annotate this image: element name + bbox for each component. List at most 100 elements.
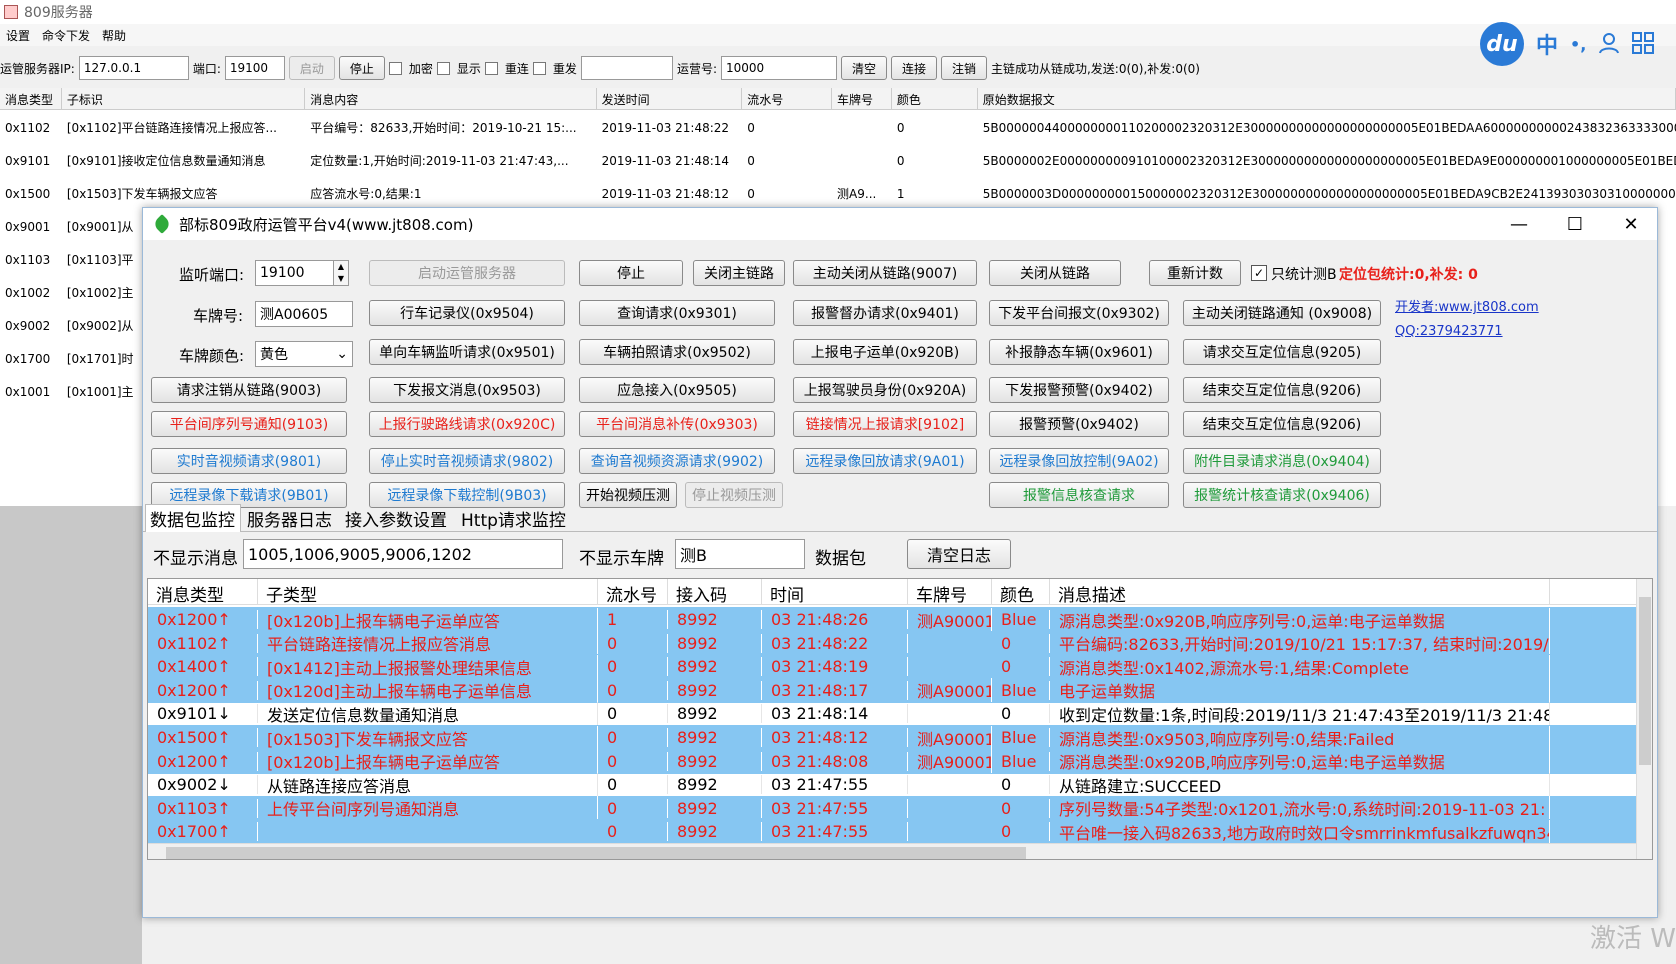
active-close-link-notify-button[interactable]: 主动关闭链路通知 (0x9008) bbox=[1183, 300, 1381, 326]
active-close-sub-link-button[interactable]: 主动关闭从链路(9007) bbox=[793, 260, 977, 286]
vertical-scroll-thumb[interactable] bbox=[1639, 597, 1651, 765]
table-col-header[interactable]: 接入码 bbox=[668, 579, 762, 604]
tab-access-params[interactable]: 接入参数设置 bbox=[341, 504, 455, 532]
single-listen-button[interactable]: 单向车辆监听请求(0x9501) bbox=[369, 339, 565, 365]
port-spinner[interactable]: ▲ ▼ bbox=[333, 260, 349, 286]
close-main-link-button[interactable]: 关闭主链路 bbox=[693, 260, 785, 286]
end-interactive-location-button[interactable]: 结束交互定位信息(9206) bbox=[1183, 377, 1381, 403]
author-link[interactable]: 开发者:www.jt808.com bbox=[1395, 296, 1539, 315]
minimize-button[interactable]: — bbox=[1491, 208, 1547, 240]
back-col-header[interactable]: 流水号 bbox=[742, 88, 833, 109]
table-row[interactable]: 0x1200↑ [0x120d]主动上报车辆电子运单信息 0 8992 03 21:48… bbox=[148, 677, 1638, 703]
table-col-header[interactable]: 颜色 bbox=[992, 579, 1050, 604]
hide-plate-input[interactable]: 测B bbox=[675, 539, 805, 569]
table-row[interactable]: 0x1200↑ [0x120b]上报车辆电子运单应答 0 8992 03 21:48:0… bbox=[148, 748, 1638, 774]
logout-sub-link-button[interactable]: 请求注销从链路(9003) bbox=[151, 377, 347, 403]
encrypt-checkbox[interactable] bbox=[388, 61, 402, 75]
table-row[interactable]: 0x1500↑ [0x1503]下发车辆报文应答 0 8992 03 21:48:12 测… bbox=[148, 725, 1638, 750]
attachment-list-request-button[interactable]: 附件目录请求消息(0x9404) bbox=[1183, 448, 1381, 474]
send-text-msg-button[interactable]: 下发报文消息(0x9503) bbox=[369, 377, 565, 403]
back-col-header[interactable]: 发送时间 bbox=[597, 88, 743, 109]
remote-playback-request-button[interactable]: 远程录像回放请求(9A01) bbox=[793, 448, 977, 474]
realtime-av-request-button[interactable]: 实时音视频请求(9801) bbox=[151, 448, 347, 474]
user-icon[interactable] bbox=[1598, 32, 1620, 57]
back-table-row[interactable]: 0x9101 [0x9101]接收定位信息数量通知消息 定位数量:1,开始时间:20… bbox=[0, 143, 1676, 178]
tab-server-log[interactable]: 服务器日志 bbox=[243, 504, 339, 532]
logout-button[interactable]: 注销 bbox=[940, 56, 987, 80]
alarm-supervise-button[interactable]: 报警督办请求(0x9401) bbox=[793, 300, 977, 326]
table-row[interactable]: 0x1200↑ [0x120b]上报车辆电子运单应答 1 8992 03 21:48:2… bbox=[148, 607, 1638, 632]
vehicle-photo-button[interactable]: 车辆拍照请求(0x9502) bbox=[579, 339, 775, 365]
send-alarm-warning-button[interactable]: 下发报警预警(0x9402) bbox=[989, 377, 1169, 403]
table-col-header[interactable]: 消息类型 bbox=[148, 579, 258, 604]
stop-realtime-av-button[interactable]: 停止实时音视频请求(9802) bbox=[369, 448, 565, 474]
request-interactive-location-button[interactable]: 请求交互定位信息(9205) bbox=[1183, 339, 1381, 365]
end-interactive-location-button-2[interactable]: 结束交互定位信息(9206) bbox=[1183, 411, 1381, 437]
recount-button[interactable]: 重新计数 bbox=[1149, 260, 1241, 286]
only-stat-checkbox[interactable]: ✓ bbox=[1251, 265, 1267, 281]
back-col-header[interactable]: 子标识 bbox=[62, 88, 306, 109]
route-request-button[interactable]: 上报行驶路线请求(0x920C) bbox=[369, 411, 565, 437]
close-sub-link-button[interactable]: 关闭从链路 bbox=[989, 260, 1121, 286]
static-vehicle-button[interactable]: 补报静态车辆(0x9601) bbox=[989, 339, 1169, 365]
table-col-header[interactable]: 消息描述 bbox=[1050, 579, 1550, 604]
clear-log-button[interactable]: 清空日志 bbox=[907, 539, 1011, 569]
send-platform-msg-button[interactable]: 下发平台间报文(0x9302) bbox=[989, 300, 1169, 326]
query-av-resource-button[interactable]: 查询音视频资源请求(9902) bbox=[579, 448, 775, 474]
upload-waybill-button[interactable]: 上报电子运单(0x920B) bbox=[793, 339, 977, 365]
back-table-row[interactable]: 0x1102 [0x1102]平台链路连接情况上报应答... 平台编号：82633,… bbox=[0, 110, 1676, 145]
menu-settings[interactable]: 设置 bbox=[0, 27, 36, 44]
plate-input[interactable]: 测A00605 bbox=[255, 301, 353, 327]
plate-color-select[interactable]: 黄色 ⌄ bbox=[255, 341, 353, 367]
vertical-scrollbar[interactable] bbox=[1636, 579, 1652, 859]
table-col-header[interactable]: 车牌号 bbox=[908, 579, 992, 604]
table-row[interactable]: 0x1102↑ 平台链路连接情况上报应答消息 0 8992 03 21:48:22 0 平台… bbox=[148, 630, 1638, 656]
table-row[interactable]: 0x9002↓ 从链路连接应答消息 0 8992 03 21:47:55 0 从链路建立:S… bbox=[148, 772, 1638, 797]
query-request-button[interactable]: 查询请求(0x9301) bbox=[579, 300, 775, 326]
listen-port-input[interactable]: 19100 bbox=[255, 260, 335, 286]
ime-punctuation-toggle[interactable]: •, bbox=[1570, 35, 1586, 54]
horizontal-scrollbar[interactable] bbox=[148, 843, 1636, 859]
emergency-access-button[interactable]: 应急接入(0x9505) bbox=[579, 377, 775, 403]
back-col-header[interactable]: 颜色 bbox=[892, 88, 978, 109]
table-col-header[interactable]: 子类型 bbox=[258, 579, 598, 604]
table-col-header[interactable]: 流水号 bbox=[598, 579, 668, 604]
ime-language-toggle[interactable]: 中 bbox=[1536, 28, 1558, 60]
back-col-header[interactable]: 原始数据报文 bbox=[978, 88, 1676, 109]
table-col-header[interactable]: 时间 bbox=[762, 579, 908, 604]
horizontal-scroll-thumb[interactable] bbox=[166, 847, 1026, 859]
close-button[interactable]: ✕ bbox=[1603, 208, 1659, 240]
tab-packet-monitor[interactable]: 数据包监控 bbox=[145, 504, 241, 532]
back-table-row[interactable]: 0x1500 [0x1503]下发车辆报文应答 应答流水号:0,结果:1 2019-1… bbox=[0, 176, 1676, 211]
show-checkbox[interactable] bbox=[436, 61, 450, 75]
menu-command[interactable]: 命令下发 bbox=[36, 27, 96, 44]
driver-identity-button[interactable]: 上报驾驶员身份(0x920A) bbox=[793, 377, 977, 403]
link-status-request-button[interactable]: 链接情况上报请求[9102] bbox=[793, 411, 977, 437]
start-server-button[interactable]: 启动运管服务器 bbox=[369, 260, 565, 286]
reconnect-checkbox[interactable] bbox=[484, 61, 498, 75]
connect-button[interactable]: 连接 bbox=[890, 56, 937, 80]
port-input[interactable]: 19100 bbox=[224, 56, 285, 80]
back-col-header[interactable]: 车牌号 bbox=[832, 88, 892, 109]
maximize-button[interactable]: ☐ bbox=[1547, 208, 1603, 240]
resend-input[interactable] bbox=[580, 56, 673, 80]
platform-resend-button[interactable]: 平台间消息补传(0x9303) bbox=[579, 411, 775, 437]
remote-playback-control-button[interactable]: 远程录像回放控制(9A02) bbox=[989, 448, 1169, 474]
server-ip-input[interactable]: 127.0.0.1 bbox=[78, 56, 189, 80]
alarm-warning-button[interactable]: 报警预警(0x9402) bbox=[989, 411, 1169, 437]
table-row[interactable]: 0x1103↑ 上传平台间序列号通知消息 0 8992 03 21:47:55 0 序列号数… bbox=[148, 795, 1638, 821]
drive-recorder-button[interactable]: 行车记录仪(0x9504) bbox=[369, 300, 565, 326]
menu-help[interactable]: 帮助 bbox=[96, 27, 132, 44]
back-col-header[interactable]: 消息内容 bbox=[305, 88, 597, 109]
table-row[interactable]: 0x9101↓ 发送定位信息数量通知消息 0 8992 03 21:48:14 0 收到定位… bbox=[148, 701, 1638, 726]
start-button[interactable]: 启动 bbox=[288, 56, 335, 80]
stop-server-button[interactable]: 停止 bbox=[579, 260, 683, 286]
platform-serial-notify-button[interactable]: 平台间序列号通知(9103) bbox=[151, 411, 347, 437]
back-col-header[interactable]: 消息类型 bbox=[0, 88, 62, 109]
baidu-ime-logo[interactable]: du bbox=[1480, 22, 1524, 66]
clear-button[interactable]: 清空 bbox=[840, 56, 887, 80]
table-row[interactable]: 0x1400↑ [0x1412]主动上报报警处理结果信息 0 8992 03 21:48… bbox=[148, 654, 1638, 680]
tab-http-monitor[interactable]: Http请求监控 bbox=[457, 504, 577, 532]
resend-checkbox[interactable] bbox=[532, 61, 546, 75]
hide-msg-input[interactable]: 1005,1006,9005,9006,1202 bbox=[243, 539, 563, 569]
